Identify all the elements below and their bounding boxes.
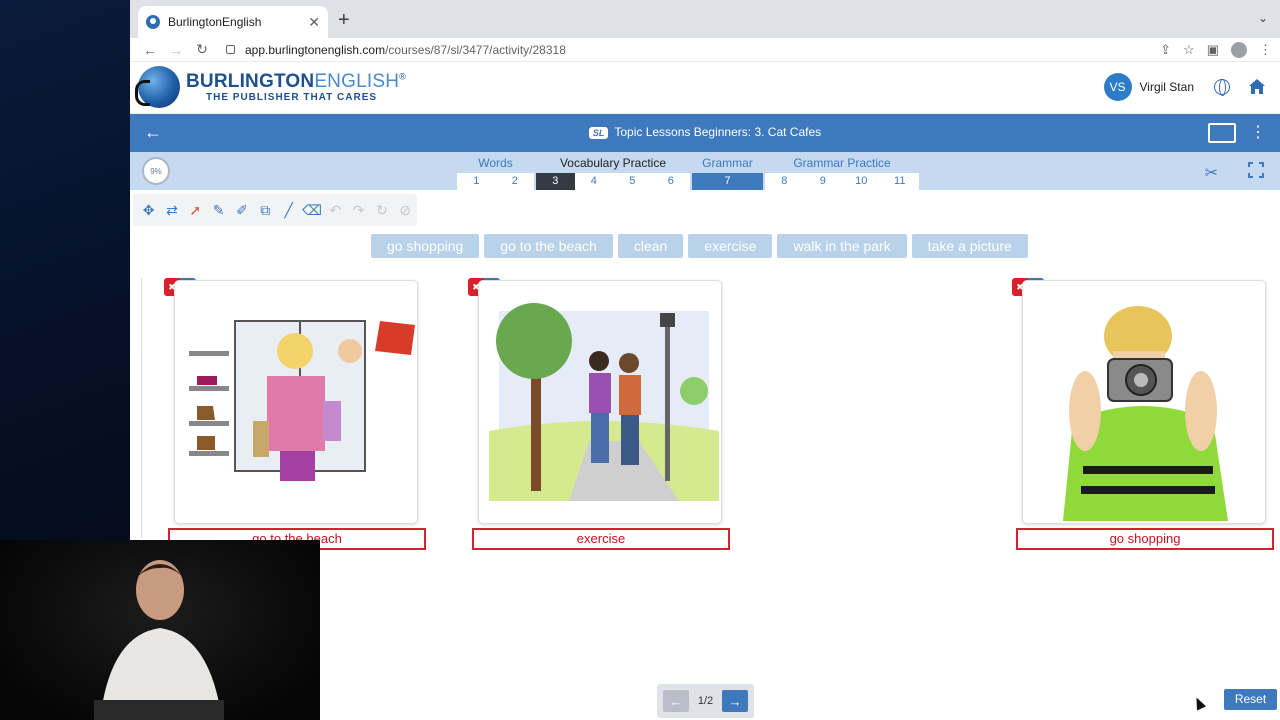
menu-dots-icon[interactable]: ⋮	[1259, 42, 1272, 58]
step-5[interactable]: 5	[613, 173, 652, 190]
url-path: /courses/87/sl/3477/activity/28318	[385, 42, 566, 57]
picture-card: ✖ 2	[164, 278, 426, 554]
highlighter-icon[interactable]: ✐	[230, 198, 253, 222]
step-8[interactable]: 8	[765, 173, 804, 190]
answer-box[interactable]: exercise	[472, 528, 730, 550]
partial-card	[130, 278, 142, 538]
sidepanel-icon[interactable]: ▣	[1207, 42, 1219, 58]
line-icon[interactable]: ╱	[277, 198, 300, 222]
brand-main: BURLINGTON	[186, 71, 315, 92]
step-group-grammar: Grammar 7	[692, 156, 763, 190]
page-indicator: 1/2	[697, 695, 714, 707]
url-host: app.burlingtonenglish.com	[245, 42, 386, 57]
brand-light: ENGLISH	[314, 71, 400, 92]
undo-icon[interactable]: ↶	[324, 198, 347, 222]
word-chip[interactable]: exercise	[688, 234, 773, 258]
step-2[interactable]: 2	[496, 173, 535, 190]
toolbar-toggle-icon[interactable]: ⇄	[160, 198, 183, 222]
user-name: Virgil Stan	[1139, 80, 1194, 94]
brand-tagline: THE PUBLISHER THAT CARES	[206, 92, 378, 103]
lesson-title-text: Topic Lessons Beginners: 3. Cat Cafes	[614, 125, 822, 139]
home-icon[interactable]	[1248, 78, 1266, 96]
word-chip[interactable]: go shopping	[371, 234, 480, 258]
reload-icon[interactable]: ↻	[192, 41, 212, 58]
step-4[interactable]: 4	[575, 173, 614, 190]
step-group-label[interactable]: Vocabulary Practice	[560, 156, 666, 173]
fullscreen-icon[interactable]	[1248, 162, 1264, 178]
pen-icon[interactable]: ✎	[207, 198, 230, 222]
word-chip[interactable]: walk in the park	[777, 234, 907, 258]
picture-card: ✖ 3	[468, 278, 730, 554]
language-globe-icon[interactable]	[1214, 79, 1230, 96]
mouse-cursor-icon	[1191, 695, 1207, 711]
step-1[interactable]: 1	[457, 173, 496, 190]
profile-icon[interactable]	[1231, 42, 1247, 58]
answer-box[interactable]: go shopping	[1016, 528, 1274, 550]
annotation-toolbar: ✥ ⇄ ➚ ✎ ✐ ⧉ ╱ ⌫ ↶ ↷ ↻ ⊘	[133, 194, 417, 226]
step-group-grammar-practice: Grammar Practice 8 9 10 11	[765, 156, 919, 190]
tab-bar: BurlingtonEnglish ✕ + ⌄	[130, 0, 1280, 38]
step-3[interactable]: 3	[536, 173, 575, 190]
next-page-button[interactable]: →	[721, 690, 748, 712]
user-menu[interactable]: VS Virgil Stan	[1103, 73, 1194, 101]
logo-globe-icon	[135, 66, 180, 108]
star-icon[interactable]: ☆	[1183, 42, 1195, 58]
step-group-label[interactable]: Grammar	[702, 156, 753, 173]
new-tab-button[interactable]: +	[338, 9, 350, 32]
progress-indicator: 9%	[142, 157, 170, 185]
address-bar: ← → ↻ app.burlingtonenglish.com/courses/…	[130, 38, 1280, 62]
step-6[interactable]: 6	[652, 173, 691, 190]
pagination: ← 1/2 →	[657, 684, 754, 718]
pointer-icon[interactable]: ➚	[184, 198, 207, 222]
lesson-title: SL Topic Lessons Beginners: 3. Cat Cafes	[130, 125, 1280, 139]
browser-tab[interactable]: BurlingtonEnglish ✕	[138, 6, 328, 38]
browser-actions: ⇪ ☆ ▣ ⋮	[1160, 42, 1272, 58]
picture-card: ✖ 4 go shopping	[1012, 278, 1274, 554]
refresh-icon[interactable]: ↻	[370, 198, 393, 222]
move-icon[interactable]: ✥	[137, 198, 160, 222]
word-chip[interactable]: take a picture	[911, 234, 1028, 258]
step-9[interactable]: 9	[804, 173, 843, 190]
favicon-icon	[146, 15, 160, 29]
word-chip[interactable]: go to the beach	[484, 234, 613, 258]
reset-button[interactable]: Reset	[1224, 689, 1277, 710]
step-navigation: 9% Words 1 2 Vocabulary Practice 3 4 5 6	[130, 152, 1280, 190]
app-header: BURLINGTONENGLISH® THE PUBLISHER THAT CA…	[130, 62, 1280, 114]
back-arrow-icon[interactable]: ←	[140, 42, 160, 58]
hide-icon[interactable]: ⊘	[394, 198, 417, 222]
id-card-icon[interactable]	[1208, 123, 1236, 143]
avatar: VS	[1103, 73, 1132, 101]
shapes-icon[interactable]: ⧉	[254, 198, 277, 222]
lock-icon	[226, 45, 235, 54]
step-10[interactable]: 10	[842, 173, 881, 190]
step-group-label[interactable]: Grammar Practice	[793, 156, 890, 173]
share-icon[interactable]: ⇪	[1160, 42, 1171, 58]
sl-badge: SL	[588, 127, 609, 139]
step-group-vocabulary-practice: Vocabulary Practice 3 4 5 6	[536, 156, 690, 190]
tools-icon[interactable]: ✂	[1205, 163, 1218, 183]
chevron-down-icon[interactable]: ⌄	[1258, 11, 1268, 25]
redo-icon[interactable]: ↷	[347, 198, 370, 222]
step-11[interactable]: 11	[881, 173, 920, 190]
camera-photo-illustration	[1022, 280, 1266, 524]
step-group-words: Words 1 2	[457, 156, 534, 190]
tab-title: BurlingtonEnglish	[168, 15, 262, 29]
step-group-label[interactable]: Words	[478, 156, 512, 173]
webcam-overlay	[0, 540, 320, 720]
lesson-title-bar: ← SL Topic Lessons Beginners: 3. Cat Cafe…	[130, 114, 1280, 152]
park-walk-illustration	[478, 280, 722, 524]
step-7[interactable]: 7	[692, 173, 763, 190]
brand-logo[interactable]: BURLINGTONENGLISH®	[186, 71, 406, 93]
prev-page-button[interactable]: ←	[663, 690, 689, 712]
brand-mark: ®	[399, 71, 406, 82]
word-bank: go shopping go to the beach clean exerci…	[371, 234, 1028, 258]
step-groups: Words 1 2 Vocabulary Practice 3 4 5 6 Gr…	[457, 156, 919, 190]
menu-dots-icon[interactable]: ⋮	[1250, 122, 1266, 142]
url-field[interactable]: app.burlingtonenglish.com/courses/87/sl/…	[226, 43, 566, 57]
word-chip[interactable]: clean	[617, 234, 684, 258]
close-tab-icon[interactable]: ✕	[308, 14, 320, 31]
forward-arrow-icon[interactable]: →	[166, 42, 186, 58]
shopping-illustration	[174, 280, 418, 524]
eraser-icon[interactable]: ⌫	[300, 198, 323, 222]
